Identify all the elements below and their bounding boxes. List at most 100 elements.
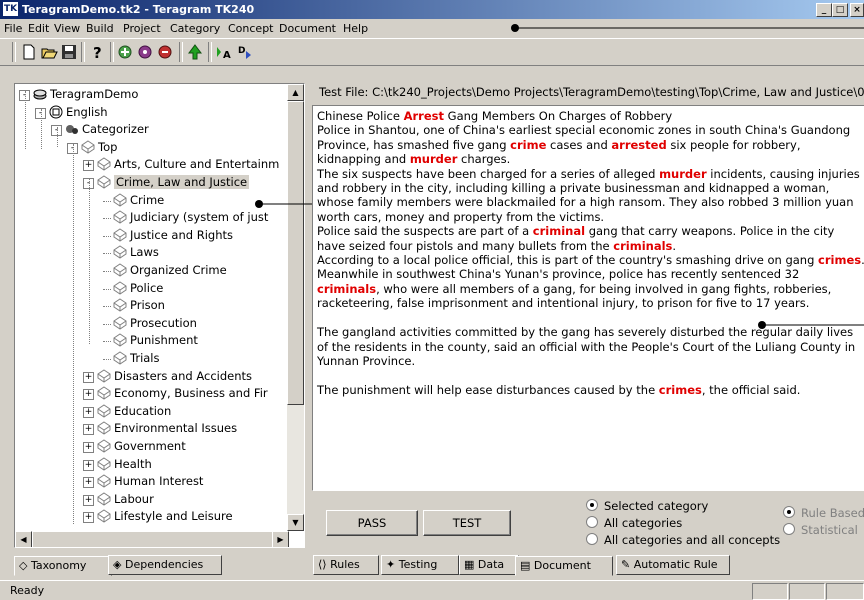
tree-node[interactable]: Crime [113, 192, 164, 209]
expand-toggle[interactable]: + [83, 442, 94, 453]
tree-node[interactable]: Justice and Rights [113, 227, 233, 244]
menu-build[interactable]: Build [86, 22, 114, 35]
tab-automatic-rule[interactable]: ✎ Automatic Rule [616, 555, 730, 575]
radio-label: Selected category [604, 499, 709, 513]
pass-button[interactable]: PASS [326, 510, 418, 536]
close-button[interactable]: × [850, 3, 864, 17]
hscroll-thumb[interactable] [32, 531, 274, 547]
tab-data[interactable]: ▦ Data [459, 555, 519, 575]
tree-node[interactable]: Prosecution [113, 315, 197, 332]
tab-testing-label: Testing [398, 558, 438, 571]
replace-icon[interactable]: D [236, 43, 254, 61]
tree-node-label: Top [98, 139, 118, 154]
expand-toggle[interactable]: + [83, 459, 94, 471]
tab-testing[interactable]: ✦ Testing [381, 555, 459, 575]
tree-node[interactable]: Police [113, 280, 163, 297]
radio-label: All categories [604, 516, 683, 530]
radio-icon [783, 506, 795, 518]
scroll-right-button[interactable]: ▶ [272, 531, 289, 547]
expand-toggle[interactable]: + [83, 371, 94, 383]
compile-icon[interactable] [136, 43, 154, 61]
tree-node[interactable]: Laws [113, 244, 159, 261]
tab-dependencies-label: Dependencies [124, 558, 204, 571]
tree-node[interactable]: Arts, Culture and Entertainm [97, 156, 279, 173]
menu-document[interactable]: Document [279, 22, 336, 35]
menu-category[interactable]: Category [170, 22, 220, 35]
tree-node[interactable]: Health [97, 456, 152, 473]
document-text-run: Meanwhile in southwest China's Yunan's p… [317, 267, 800, 282]
expand-toggle[interactable]: + [83, 160, 94, 172]
scroll-left-button[interactable]: ◀ [15, 531, 32, 547]
tree-connector [103, 341, 111, 343]
tree-node[interactable]: Categorizer [65, 121, 149, 138]
scroll-up-button[interactable]: ▲ [287, 84, 304, 101]
tab-taxonomy[interactable]: ◇ Taxonomy [14, 556, 112, 576]
build-icon[interactable] [116, 43, 134, 61]
radio-selected-category[interactable]: Selected category [586, 499, 708, 513]
save-icon[interactable] [60, 43, 78, 61]
expand-toggle[interactable]: + [83, 512, 94, 524]
test-button[interactable]: TEST [423, 510, 511, 536]
menu-file[interactable]: File [4, 22, 22, 35]
tree-vertical-scrollbar[interactable]: ▲ ▼ [287, 84, 304, 531]
tree-node[interactable]: Education [97, 403, 171, 420]
menu-view[interactable]: View [54, 22, 80, 35]
menu-project[interactable]: Project [123, 22, 161, 35]
tree-horizontal-scrollbar[interactable]: ◀ ▶ [15, 531, 289, 547]
tree-connector [103, 359, 111, 360]
tab-dependencies[interactable]: ◈ Dependencies [108, 555, 222, 575]
up-icon[interactable] [186, 43, 204, 61]
callout-line-3 [758, 321, 864, 329]
tree-node[interactable]: Government [97, 438, 186, 455]
find-icon[interactable]: A [214, 43, 232, 61]
menu-help[interactable]: Help [343, 22, 368, 35]
open-icon[interactable] [40, 43, 58, 61]
new-icon[interactable] [20, 43, 38, 61]
tree-node-label: Laws [130, 245, 159, 260]
tree-node[interactable]: English [49, 104, 108, 121]
tree-node[interactable]: Disasters and Accidents [97, 368, 252, 385]
tree-node[interactable]: Economy, Business and Fir [97, 385, 268, 402]
tree-node[interactable]: Punishment [113, 332, 198, 349]
expand-toggle[interactable]: + [83, 389, 94, 401]
tree-node[interactable]: Organized Crime [113, 262, 227, 279]
maximize-button[interactable]: □ [832, 3, 848, 17]
scroll-thumb[interactable] [287, 101, 304, 405]
radio-all-categories[interactable]: All categories [586, 516, 682, 530]
tab-document[interactable]: ▤ Document [515, 556, 613, 576]
menu-edit[interactable]: Edit [28, 22, 49, 35]
category-node-icon [113, 228, 127, 242]
tree-node-selected[interactable]: Crime, Law and Justice [97, 174, 250, 191]
expand-toggle[interactable]: + [83, 424, 94, 436]
tree-node[interactable]: Labour [97, 491, 154, 508]
minimize-button[interactable]: _ [816, 3, 832, 17]
tree-guide [57, 127, 58, 147]
tree-node[interactable]: Environmental Issues [97, 420, 237, 437]
expand-toggle[interactable]: + [83, 406, 94, 418]
help-icon[interactable]: ? [88, 43, 106, 61]
tree-connector [103, 235, 111, 237]
radio-all-categories-concepts[interactable]: All categories and all concepts [586, 533, 780, 547]
document-view[interactable]: Chinese Police Arrest Gang Members On Ch… [312, 105, 864, 491]
run-icon[interactable] [156, 43, 174, 61]
tree-node[interactable]: Human Interest [97, 473, 203, 490]
tree-node-label: Government [114, 439, 186, 453]
tree-node[interactable]: Lifestyle and Leisure [97, 508, 233, 525]
menu-concept[interactable]: Concept [228, 22, 274, 35]
tree-connector [103, 218, 111, 220]
tree-node[interactable]: Top [81, 139, 117, 156]
tree-node[interactable]: Prison [113, 297, 165, 314]
scroll-down-button[interactable]: ▼ [287, 514, 304, 531]
radio-rule-based[interactable]: Rule Based [783, 506, 864, 520]
tree-node[interactable]: TeragramDemo [33, 86, 138, 103]
expand-toggle[interactable]: + [83, 494, 94, 506]
tree-node[interactable]: Judiciary (system of just [113, 209, 268, 226]
project-icon [33, 89, 47, 100]
highlighted-term: crime [510, 137, 547, 152]
tree-node[interactable]: Trials [113, 350, 160, 367]
taxonomy-tree[interactable]: - TeragramDemo - English - Categorizer - Top + Ar… [14, 83, 305, 548]
radio-statistical[interactable]: Statistical [783, 523, 858, 537]
tab-rules[interactable]: ⟨⟩ Rules [313, 555, 379, 575]
expand-toggle[interactable]: + [83, 477, 94, 489]
document-text-run: The punishment will help ease disturbanc… [317, 382, 659, 397]
